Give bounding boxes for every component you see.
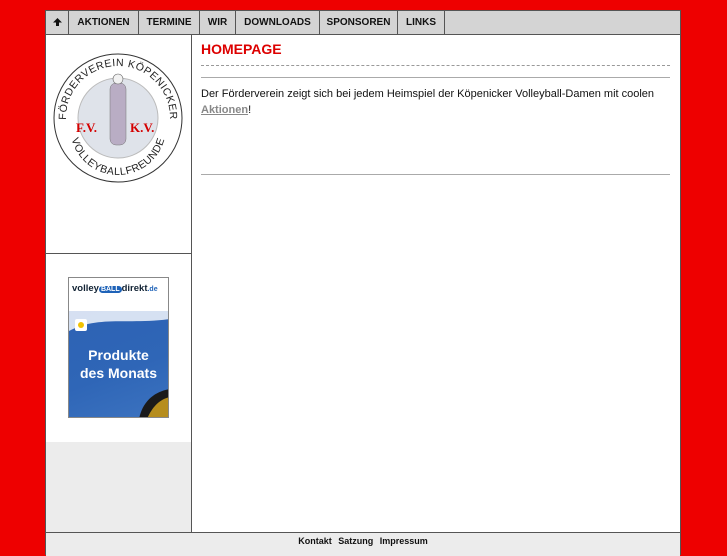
club-logo[interactable]: FÖRDERVEREIN KÖPENICKER VOLLEYBALLFREUND… bbox=[46, 43, 191, 193]
page-title: HOMEPAGE bbox=[201, 41, 282, 57]
intro-end: ! bbox=[248, 104, 252, 116]
nav-item-termine[interactable]: TERMINE bbox=[139, 11, 200, 34]
banner-line2: des Monats bbox=[79, 365, 157, 381]
divider-top bbox=[201, 77, 670, 78]
up-arrow-icon bbox=[52, 18, 62, 26]
intro-paragraph: Der Förderverein zeigt sich bei jedem He… bbox=[201, 86, 673, 118]
aktionen-link[interactable]: Aktionen bbox=[201, 104, 248, 116]
banner-brand-suffix: direkt bbox=[121, 283, 148, 294]
logo-panel: FÖRDERVEREIN KÖPENICKER VOLLEYBALLFREUND… bbox=[46, 35, 191, 254]
nav-item-wir[interactable]: WIR bbox=[200, 11, 236, 34]
nav-item-sponsoren[interactable]: SPONSOREN bbox=[320, 11, 398, 34]
sponsor-banner[interactable]: volley BALL direkt.de Produkte des Monats bbox=[68, 277, 169, 418]
banner-body: Produkte des Monats bbox=[69, 311, 168, 417]
banner-brand: volley BALL direkt.de bbox=[69, 278, 168, 311]
left-sidebar-filler bbox=[46, 442, 191, 532]
banner-line1: Produkte bbox=[88, 347, 149, 363]
banner-brand-tld: .de bbox=[147, 286, 158, 293]
divider-bottom bbox=[201, 174, 670, 175]
top-navigation: AKTIONEN TERMINE WIR DOWNLOADS SPONSOREN… bbox=[46, 11, 680, 35]
main-content: HOMEPAGE Der Förderverein zeigt sich bei… bbox=[192, 35, 680, 532]
nav-item-links[interactable]: LINKS bbox=[398, 11, 445, 34]
banner-brand-pill: BALL bbox=[98, 286, 122, 293]
sponsor-area: volley BALL direkt.de Produkte des Monats bbox=[46, 254, 191, 442]
nav-item-aktionen[interactable]: AKTIONEN bbox=[69, 11, 139, 34]
logo-initials-right: K.V. bbox=[130, 120, 154, 135]
left-sidebar: FÖRDERVEREIN KÖPENICKER VOLLEYBALLFREUND… bbox=[46, 35, 192, 532]
nav-item-downloads[interactable]: DOWNLOADS bbox=[236, 11, 320, 34]
footer: Kontakt Satzung Impressum bbox=[46, 532, 680, 556]
logo-initials-left: F.V. bbox=[76, 120, 97, 135]
banner-brand-prefix: volley bbox=[72, 283, 99, 294]
intro-text: Der Förderverein zeigt sich bei jedem He… bbox=[201, 88, 655, 100]
dashed-divider bbox=[201, 65, 670, 66]
page-frame: AKTIONEN TERMINE WIR DOWNLOADS SPONSOREN… bbox=[45, 10, 681, 556]
nav-home-button[interactable] bbox=[46, 11, 69, 34]
